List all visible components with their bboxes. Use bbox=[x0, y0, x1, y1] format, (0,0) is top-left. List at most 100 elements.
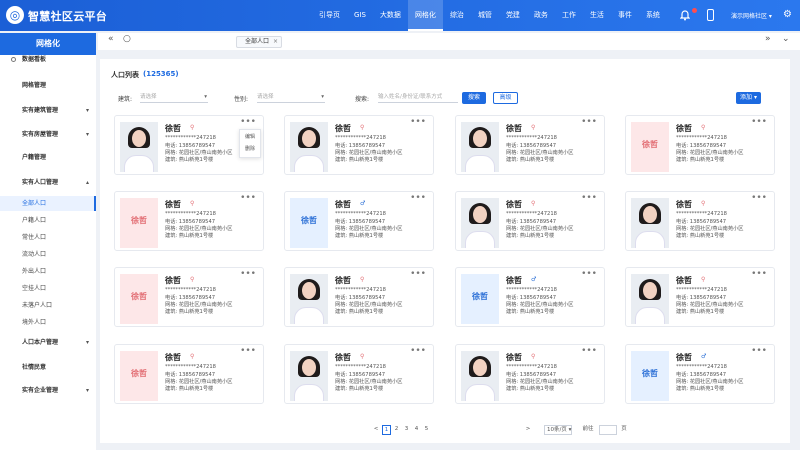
avatar-shirt bbox=[124, 155, 154, 172]
gender-select[interactable]: 请选择 ▾ bbox=[257, 92, 325, 103]
person-card[interactable]: 徐哲 徐哲 ♂ ••• ************247218 电话: 1385678954… bbox=[625, 344, 775, 404]
more-icon[interactable]: ••• bbox=[581, 193, 597, 203]
top-navbar: ◎ 智慧社区云平台 引导页 GIS 大数据 网格化 综治 城管 党建 政务 工作 生活 事件 系统 演… bbox=[0, 0, 800, 31]
nav-item-3[interactable]: 网格化 bbox=[407, 0, 443, 31]
sidebar-item-10[interactable]: 外出人口 bbox=[0, 264, 96, 279]
more-icon[interactable]: ••• bbox=[240, 269, 256, 279]
person-card[interactable]: 徐哲 徐哲 ⚲ ••• ************247218 电话: 1385678954… bbox=[625, 115, 775, 175]
more-icon[interactable]: ••• bbox=[410, 269, 426, 279]
sidebar-item-2[interactable]: 实有建筑管理 ▾ bbox=[0, 103, 96, 118]
person-card[interactable]: 徐哲 徐哲 ⚲ ••• ************247218 电话: 1385678954… bbox=[114, 344, 264, 404]
more-icon[interactable]: ••• bbox=[240, 193, 256, 203]
sidebar-item-13[interactable]: 境外人口 bbox=[0, 315, 96, 330]
sidebar-item-16[interactable]: 实有企业管理 ▾ bbox=[0, 383, 96, 398]
card-phone-line: 电话: 13856789547 bbox=[506, 294, 556, 301]
person-card[interactable]: 徐哲 ⚲ ••• ************247218 电话: 13856789547 网… bbox=[625, 267, 775, 327]
card-grid-line: 网格: 花园社区/燕山南苑小区 bbox=[165, 301, 232, 308]
nav-item-5[interactable]: 城管 bbox=[471, 0, 499, 31]
nav-item-4[interactable]: 综治 bbox=[443, 0, 471, 31]
refresh-icon[interactable]: ○ bbox=[123, 34, 131, 44]
building-select[interactable]: 请选择 ▾ bbox=[140, 92, 208, 103]
close-tab-icon[interactable]: × bbox=[273, 37, 278, 47]
tab-more-icon[interactable]: ⌄ bbox=[782, 34, 790, 44]
nav-item-11[interactable]: 系统 bbox=[639, 0, 667, 31]
sidebar-item-12[interactable]: 未落户人口 bbox=[0, 298, 96, 313]
person-card[interactable]: 徐哲 ⚲ ••• ************247218 电话: 13856789547 网… bbox=[625, 191, 775, 251]
delete-menu-item[interactable]: 删除 bbox=[240, 145, 260, 154]
avatar-shirt bbox=[294, 307, 324, 324]
sidebar-item-15[interactable]: 社情民意 bbox=[0, 360, 96, 375]
sidebar-item-4[interactable]: 户籍管理 bbox=[0, 150, 96, 165]
page-5-button[interactable]: 5 bbox=[422, 425, 431, 435]
nav-item-6[interactable]: 党建 bbox=[499, 0, 527, 31]
more-icon[interactable]: ••• bbox=[751, 193, 767, 203]
search-input[interactable]: 输入姓名/身份证/联系方式 bbox=[378, 92, 458, 103]
goto-page-input[interactable] bbox=[599, 425, 617, 435]
prev-page-button[interactable]: < bbox=[372, 425, 380, 435]
sidebar-item-3[interactable]: 实有房屋管理 ▾ bbox=[0, 127, 96, 142]
sidebar-item-7[interactable]: 户籍人口 bbox=[0, 213, 96, 228]
more-icon[interactable]: ••• bbox=[410, 117, 426, 127]
more-icon[interactable]: ••• bbox=[581, 117, 597, 127]
sidebar-item-11[interactable]: 空挂人口 bbox=[0, 281, 96, 296]
nav-item-7[interactable]: 政务 bbox=[527, 0, 555, 31]
more-icon[interactable]: ••• bbox=[751, 117, 767, 127]
next-page-button[interactable]: > bbox=[524, 425, 532, 435]
sidebar-item-9[interactable]: 流动人口 bbox=[0, 247, 96, 262]
search-button[interactable]: 搜索 bbox=[462, 92, 486, 104]
card-id-line: ************247218 bbox=[676, 211, 727, 217]
more-icon[interactable]: ••• bbox=[581, 346, 597, 356]
advanced-button[interactable]: 高级 bbox=[493, 92, 518, 104]
page-3-button[interactable]: 3 bbox=[402, 425, 411, 435]
person-card[interactable]: 徐哲 徐哲 ♂ ••• ************247218 电话: 1385678954… bbox=[284, 191, 434, 251]
tab-back-icon[interactable]: « bbox=[108, 34, 114, 44]
dashboard-icon bbox=[11, 57, 16, 62]
person-card[interactable]: 徐哲 ⚲ ••• ************247218 电话: 13856789547 网… bbox=[455, 344, 605, 404]
nav-item-1[interactable]: GIS bbox=[347, 0, 373, 31]
page-2-button[interactable]: 2 bbox=[392, 425, 401, 435]
sidebar-item-8[interactable]: 常住人口 bbox=[0, 230, 96, 245]
person-card[interactable]: 徐哲 ⚲ ••• ************247218 电话: 13856789547 网… bbox=[284, 115, 434, 175]
card-id-value: ************247218 bbox=[165, 135, 216, 141]
user-menu[interactable]: 演示网格社区 ▾ bbox=[731, 11, 772, 20]
card-building-label: 建筑: bbox=[335, 309, 348, 315]
mobile-icon[interactable] bbox=[707, 9, 714, 21]
person-card[interactable]: 徐哲 ⚲ ••• ************247218 电话: 13856789547 网… bbox=[455, 191, 605, 251]
more-icon[interactable]: ••• bbox=[751, 346, 767, 356]
female-icon: ⚲ bbox=[531, 124, 536, 131]
settings-icon[interactable]: ⚙ bbox=[783, 9, 792, 20]
sidebar-item-0[interactable]: 数据看板 bbox=[0, 52, 96, 67]
person-card[interactable]: 徐哲 ⚲ ••• ************247218 电话: 13856789547 网… bbox=[284, 344, 434, 404]
edit-menu-item[interactable]: 编辑 bbox=[240, 133, 260, 142]
page-1-button[interactable]: 1 bbox=[382, 425, 391, 435]
more-icon[interactable]: ••• bbox=[240, 346, 256, 356]
more-icon[interactable]: ••• bbox=[751, 269, 767, 279]
nav-item-9[interactable]: 生活 bbox=[583, 0, 611, 31]
more-icon[interactable]: ••• bbox=[410, 346, 426, 356]
page-size-select[interactable]: 10条/页 ▾ bbox=[544, 425, 572, 435]
person-card[interactable]: 徐哲 徐哲 ♂ ••• ************247218 电话: 1385678954… bbox=[455, 267, 605, 327]
more-icon[interactable]: ••• bbox=[410, 193, 426, 203]
sidebar-item-5[interactable]: 实有人口管理 ▴ bbox=[0, 175, 96, 190]
nav-item-10[interactable]: 事件 bbox=[611, 0, 639, 31]
nav-item-2[interactable]: 大数据 bbox=[373, 0, 408, 31]
person-card[interactable]: 徐哲 徐哲 ⚲ ••• ************247218 电话: 1385678954… bbox=[114, 191, 264, 251]
tab-all-population[interactable]: 全部人口 × bbox=[236, 36, 283, 48]
person-card[interactable]: 徐哲 ⚲ ••• ************247218 电话: 13856789547 网… bbox=[114, 115, 264, 175]
more-icon[interactable]: ••• bbox=[240, 117, 256, 127]
nav-item-8[interactable]: 工作 bbox=[555, 0, 583, 31]
sidebar-item-1[interactable]: 网格管理 bbox=[0, 78, 96, 93]
person-card[interactable]: 徐哲 ⚲ ••• ************247218 电话: 13856789547 网… bbox=[455, 115, 605, 175]
card-id-line: ************247218 bbox=[165, 211, 216, 217]
person-card[interactable]: 徐哲 ⚲ ••• ************247218 电话: 13856789547 网… bbox=[284, 267, 434, 327]
bell-icon[interactable] bbox=[680, 9, 690, 21]
more-icon[interactable]: ••• bbox=[581, 269, 597, 279]
add-button[interactable]: 添加 ▾ bbox=[736, 92, 761, 104]
sidebar-item-14[interactable]: 人口本户管理 ▾ bbox=[0, 335, 96, 350]
tab-forward-icon[interactable]: » bbox=[765, 34, 771, 44]
nav-item-0[interactable]: 引导页 bbox=[312, 0, 347, 31]
person-card[interactable]: 徐哲 徐哲 ⚲ ••• ************247218 电话: 1385678954… bbox=[114, 267, 264, 327]
card-grid-line: 网格: 花园社区/燕山南苑小区 bbox=[506, 225, 573, 232]
sidebar-item-6[interactable]: 全部人口 bbox=[0, 196, 96, 211]
page-4-button[interactable]: 4 bbox=[412, 425, 421, 435]
